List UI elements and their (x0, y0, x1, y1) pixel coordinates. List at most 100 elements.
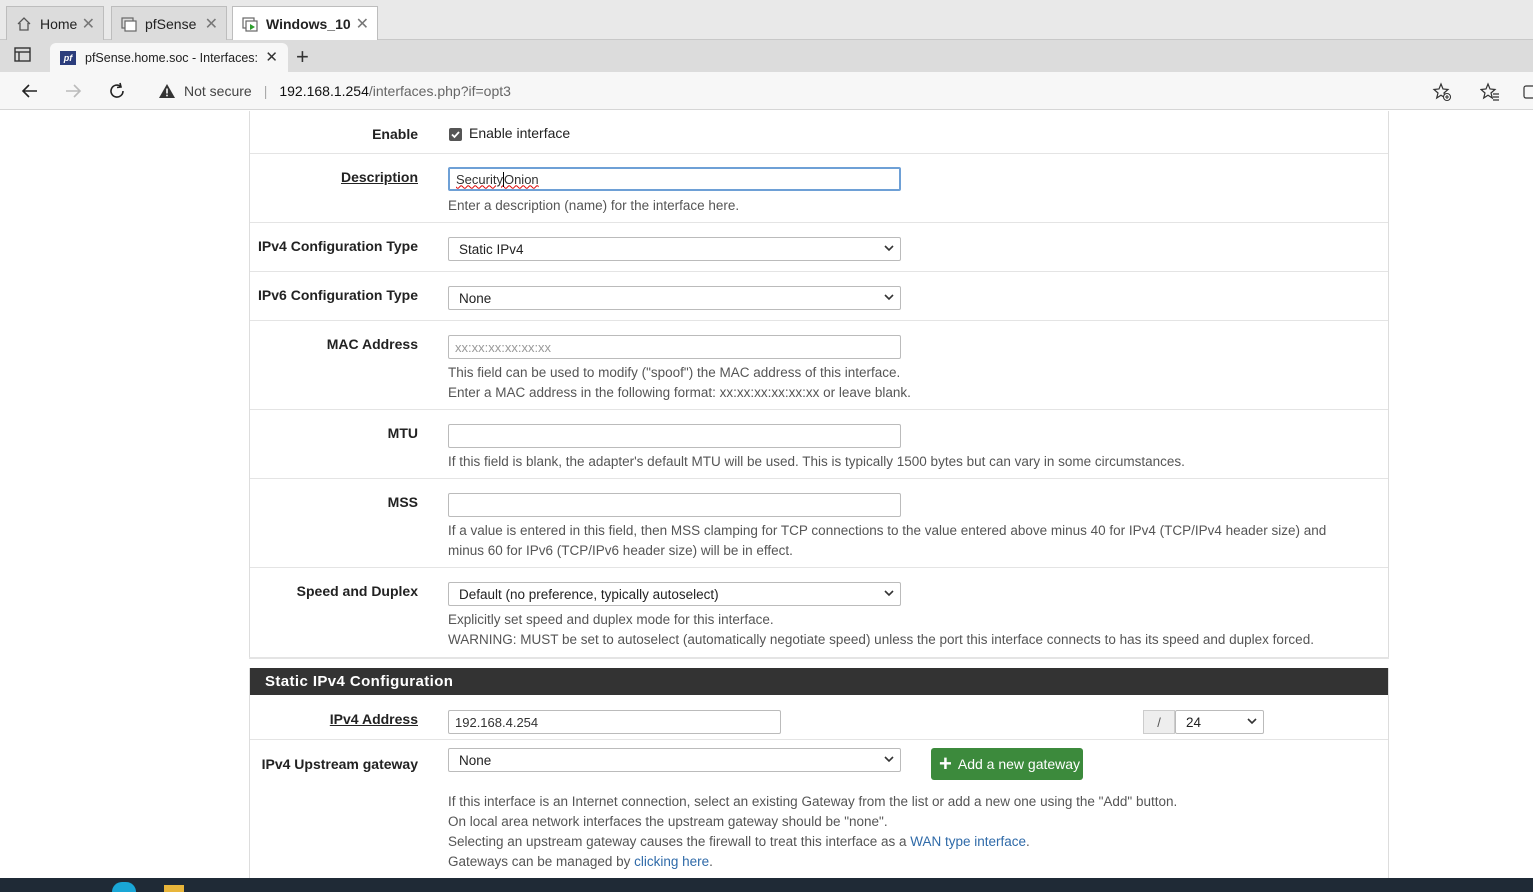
mtu-row: MTU If this field is blank, the adapter'… (250, 410, 1388, 479)
vm-tab-windows10[interactable]: Windows_10 ✕ (232, 6, 378, 40)
ipv4-type-label: IPv4 Configuration Type (258, 238, 418, 254)
vm-tab-home[interactable]: Home ✕ (6, 6, 104, 40)
mss-help-2: minus 60 for IPv6 (TCP/IPv6 header size)… (448, 543, 793, 558)
edge-taskbar-icon[interactable] (112, 882, 136, 892)
wan-type-interface-link[interactable]: WAN type interface (910, 834, 1026, 849)
speed-duplex-help-2: WARNING: MUST be set to autoselect (auto… (448, 632, 1314, 647)
chevron-down-icon (884, 245, 894, 252)
warning-icon (159, 84, 175, 98)
enable-label: Enable (372, 126, 418, 142)
pfsense-favicon-icon: pf (60, 50, 76, 65)
mss-input[interactable] (448, 493, 901, 517)
mss-help-1: If a value is entered in this field, the… (448, 523, 1327, 538)
ipv4-type-row: IPv4 Configuration Type Static IPv4 (250, 223, 1388, 272)
mtu-label: MTU (387, 425, 418, 441)
url-host: 192.168.1.254 (279, 83, 369, 99)
ipv4-address-row: IPv4 Address 192.168.4.254 / 24 (250, 695, 1388, 740)
speed-duplex-label: Speed and Duplex (296, 583, 418, 599)
interface-config-panel: Enable Enable interface Description Secu… (249, 111, 1389, 878)
gateway-help-4-prefix: Gateways can be managed by (448, 854, 635, 869)
add-favorite-icon[interactable] (1432, 82, 1452, 102)
home-icon (15, 15, 33, 33)
mac-help-2: Enter a MAC address in the following for… (448, 385, 911, 400)
vm-tab-label: Home (40, 15, 78, 32)
gateway-help-4-suffix: . (709, 854, 713, 869)
speed-duplex-row: Speed and Duplex Default (no preference,… (250, 568, 1388, 657)
browser-tab-strip: pf pfSense.home.soc - Interfaces: O ✕ + (0, 40, 1533, 72)
ipv4-gateway-label: IPv4 Upstream gateway (261, 756, 418, 772)
enable-row: Enable Enable interface (250, 111, 1388, 154)
new-tab-button[interactable]: + (296, 44, 309, 70)
mtu-help: If this field is blank, the adapter's de… (448, 454, 1185, 469)
cidr-value: 24 (1186, 714, 1202, 730)
vm-icon (120, 15, 138, 33)
mac-placeholder: xx:xx:xx:xx:xx:xx (455, 339, 552, 355)
add-gateway-label: Add a new gateway (957, 756, 1081, 772)
not-secure-label: Not secure (184, 83, 252, 99)
gateway-help-1: If this interface is an Internet connect… (448, 794, 1178, 809)
favorites-icon[interactable] (1479, 82, 1500, 102)
address-bar-row: Not secure | 192.168.1.254/interfaces.ph… (0, 72, 1533, 110)
ipv6-type-select[interactable]: None (448, 286, 901, 310)
gateway-help-2: On local area network interfaces the ups… (448, 814, 888, 829)
url-bar[interactable]: Not secure | 192.168.1.254/interfaces.ph… (148, 76, 1468, 106)
static-ipv4-section-header: Static IPv4 Configuration (250, 668, 1388, 695)
url-separator: | (263, 83, 268, 99)
description-help: Enter a description (name) for the inter… (448, 198, 740, 213)
speed-duplex-value: Default (no preference, typically autose… (459, 586, 719, 602)
gateway-help-3-suffix: . (1026, 834, 1030, 849)
forward-icon[interactable] (62, 80, 84, 102)
ipv4-address-label[interactable]: IPv4 Address (330, 711, 418, 727)
chevron-down-icon (884, 756, 894, 763)
close-icon[interactable]: ✕ (356, 14, 369, 34)
manage-gateways-link[interactable]: clicking here (634, 854, 709, 869)
ipv4-type-value: Static IPv4 (459, 241, 524, 257)
vm-tab-label: pfSense (145, 15, 197, 32)
add-gateway-button[interactable]: + Add a new gateway (931, 748, 1083, 780)
close-icon[interactable]: ✕ (82, 14, 95, 34)
mss-label: MSS (387, 494, 418, 510)
speed-duplex-select[interactable]: Default (no preference, typically autose… (448, 582, 901, 606)
browser-tab-active[interactable]: pf pfSense.home.soc - Interfaces: O ✕ (50, 43, 288, 72)
mac-input[interactable]: xx:xx:xx:xx:xx:xx (448, 335, 901, 359)
ipv6-type-row: IPv6 Configuration Type None (250, 272, 1388, 321)
mac-help-1: This field can be used to modify ("spoof… (448, 365, 901, 380)
close-icon[interactable]: ✕ (205, 14, 218, 34)
refresh-icon[interactable] (106, 80, 128, 102)
back-icon[interactable] (19, 80, 41, 102)
section-gap (249, 657, 1389, 668)
ipv4-gateway-select[interactable]: None (448, 748, 901, 772)
description-input[interactable]: Security Onion (448, 167, 901, 191)
ipv4-address-input[interactable]: 192.168.4.254 (448, 710, 781, 734)
cidr-select[interactable]: 24 (1175, 710, 1264, 734)
gateway-help-3-prefix: Selecting an upstream gateway causes the… (448, 834, 911, 849)
close-tab-icon[interactable]: ✕ (265, 48, 278, 66)
description-label[interactable]: Description (341, 169, 418, 185)
url-path: /interfaces.php?if=opt3 (368, 83, 511, 99)
description-value-part1: Security (456, 171, 503, 187)
chevron-down-icon (1247, 718, 1257, 725)
ipv4-gateway-value: None (459, 752, 492, 768)
speed-duplex-help-1: Explicitly set speed and duplex mode for… (448, 612, 774, 627)
mtu-input[interactable] (448, 424, 901, 448)
tab-actions-icon[interactable] (14, 47, 36, 65)
mac-row: MAC Address xx:xx:xx:xx:xx:xx This field… (250, 321, 1388, 410)
enable-checkbox-label[interactable]: Enable interface (469, 125, 570, 141)
gateway-help-3: Selecting an upstream gateway causes the… (448, 832, 1030, 852)
description-row: Description Security Onion Enter a descri… (250, 154, 1388, 223)
vm-running-icon (241, 15, 259, 33)
vm-tab-pfsense[interactable]: pfSense ✕ (111, 6, 227, 40)
enable-checkbox[interactable] (449, 128, 462, 141)
file-explorer-taskbar-icon[interactable] (164, 885, 184, 892)
ipv4-gateway-row: IPv4 Upstream gateway None + Add a new g… (250, 740, 1388, 878)
ipv4-type-select[interactable]: Static IPv4 (448, 237, 901, 261)
vm-tab-strip: Home ✕ pfSense ✕ Windows_10 ✕ (0, 0, 1533, 40)
description-value-part2: Onion (503, 171, 539, 187)
collections-icon[interactable] (1522, 82, 1533, 102)
page-viewport: Enable Enable interface Description Secu… (0, 111, 1533, 878)
cidr-slash-addon: / (1143, 710, 1175, 734)
plus-icon: + (939, 751, 952, 776)
gateway-help-4: Gateways can be managed by clicking here… (448, 852, 713, 872)
mss-row: MSS If a value is entered in this field,… (250, 479, 1388, 568)
ipv6-type-value: None (459, 290, 492, 306)
